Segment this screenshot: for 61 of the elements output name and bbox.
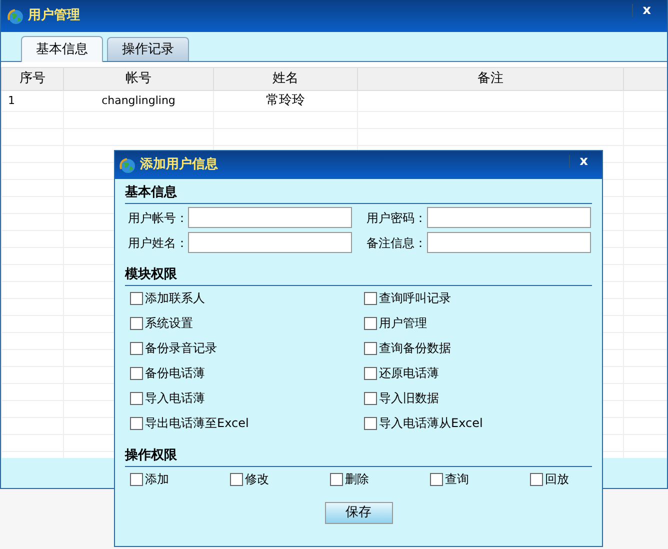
checkbox[interactable] (130, 342, 143, 355)
input-field[interactable] (426, 232, 590, 253)
field-label: 用户帐号： (128, 210, 188, 226)
input-field[interactable] (188, 207, 352, 228)
checkbox[interactable] (130, 473, 143, 486)
save-button[interactable]: 保存 (324, 502, 392, 524)
checkbox[interactable] (130, 392, 143, 405)
checkbox-label: 回放 (545, 471, 569, 488)
checkbox-label: 还原电话薄 (379, 365, 439, 382)
close-button[interactable]: x (568, 155, 598, 168)
checkbox-label: 添加 (145, 471, 169, 488)
tab[interactable]: 操作记录 (107, 37, 189, 61)
section-heading: 操作权限 (125, 446, 592, 467)
field-label: 用户姓名： (128, 234, 188, 252)
globe-icon (119, 156, 136, 174)
checkbox-label: 删除 (345, 471, 369, 488)
checkbox-label: 导入电话薄 (145, 390, 205, 407)
checkbox[interactable] (130, 367, 143, 380)
table-cell: changlingling (64, 90, 214, 111)
checkbox-label: 添加联系人 (145, 290, 205, 307)
window-title: 用户管理 (28, 6, 80, 26)
close-button[interactable]: x (632, 4, 661, 17)
globe-icon (7, 8, 24, 24)
field-label: 备注信息： (366, 234, 426, 252)
checkbox[interactable] (530, 473, 543, 486)
checkbox-label: 系统设置 (145, 315, 193, 332)
checkbox[interactable] (364, 342, 377, 355)
checkbox-label: 导入旧数据 (379, 390, 439, 407)
checkbox[interactable] (130, 317, 143, 330)
checkbox-label: 查询备份数据 (379, 340, 451, 357)
input-field[interactable] (188, 232, 352, 253)
tab[interactable]: 基本信息 (21, 36, 103, 62)
checkbox-label: 用户管理 (379, 315, 427, 332)
checkbox[interactable] (364, 367, 377, 380)
checkbox-label: 修改 (245, 471, 269, 488)
checkbox[interactable] (364, 292, 377, 305)
checkbox[interactable] (364, 392, 377, 405)
checkbox[interactable] (364, 417, 377, 430)
table-cell: 1 (2, 90, 64, 111)
input-field[interactable] (426, 207, 590, 228)
column-header[interactable]: 帐号 (64, 68, 214, 90)
checkbox[interactable] (364, 317, 377, 330)
table-cell: 常玲玲 (214, 90, 358, 111)
checkbox-label: 查询呼叫记录 (379, 290, 451, 307)
section-heading: 模块权限 (125, 265, 592, 286)
checkbox-label: 导入电话薄从Excel (379, 415, 483, 432)
checkbox[interactable] (230, 473, 243, 486)
checkbox[interactable] (130, 292, 143, 305)
column-header[interactable]: 序号 (2, 68, 64, 90)
checkbox-label: 导出电话薄至Excel (145, 415, 249, 432)
section-heading: 基本信息 (125, 183, 592, 204)
checkbox-label: 备份电话薄 (145, 365, 205, 382)
field-label: 用户密码： (366, 210, 426, 226)
checkbox[interactable] (330, 473, 343, 486)
checkbox[interactable] (130, 417, 143, 430)
dialog-title: 添加用户信息 (140, 156, 218, 174)
column-header[interactable]: 姓名 (214, 68, 358, 90)
checkbox[interactable] (430, 473, 443, 486)
checkbox-label: 查询 (445, 471, 469, 488)
checkbox-label: 备份录音记录 (145, 340, 217, 357)
column-header[interactable]: 备注 (358, 68, 624, 90)
